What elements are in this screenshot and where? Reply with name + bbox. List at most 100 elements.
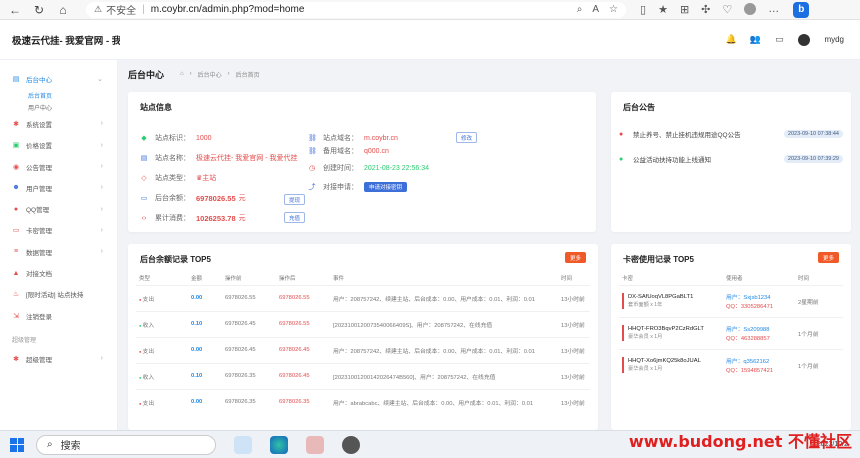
table-row: 支出 0.00 6978026.45 6978026.45 用户：2087572… (136, 336, 590, 363)
profile-avatar[interactable] (744, 3, 757, 15)
split-screen-icon[interactable]: ▯ (640, 3, 646, 16)
chevron-right-icon: › (100, 248, 103, 256)
bing-icon[interactable]: b (793, 1, 810, 18)
station-name-row: ▤ 站点名称： 极速云代挂- 我爱官网 - 我爱代挂 (140, 152, 298, 164)
task-view-icon[interactable] (234, 435, 252, 454)
app-avatar-icon[interactable] (342, 435, 360, 454)
refresh-icon[interactable]: ↻ (30, 1, 48, 19)
field-label: 创建时间： (323, 165, 358, 172)
gear-icon: ✱ (13, 355, 19, 363)
sidebar-item-qq[interactable]: ● QQ管理 › (0, 198, 117, 219)
field-label: 站点标识： (155, 135, 190, 142)
apply-key-button[interactable]: 申请对接密钥 (364, 182, 408, 192)
sidebar-item-label: 对接文档 (26, 271, 52, 279)
sidebar-item-home[interactable]: ▤ 后台中心 ⌄ (0, 68, 117, 89)
edge-icon[interactable] (270, 435, 288, 454)
bell-icon[interactable]: 🔔 (726, 34, 737, 45)
withdraw-button[interactable]: 提现 (284, 194, 306, 205)
home-icon[interactable]: ⌂ (180, 71, 184, 77)
table-row: 支出 0.00 6978026.55 6978026.55 用户：2087572… (136, 284, 590, 311)
qq-icon: ● (13, 205, 19, 213)
card-code-cell: HHQT-Xo6jmKQ25k8oJUAL 豪华会员 x 1月 (619, 348, 723, 381)
after-cell: 6978026.35 (276, 388, 330, 415)
card-qq: QQ：463288857 (726, 336, 770, 342)
sidebar-subitem-dashboard[interactable]: 后台首页 (0, 89, 117, 101)
chevron-right-icon: › (100, 163, 103, 171)
sidebar-subitem-user-center[interactable]: 用户中心 (0, 101, 117, 113)
event-cell: 用户：208757242、续建主站、后台成本：0.00、用户成本：0.01、利润… (330, 336, 558, 363)
announcement-item[interactable]: ● 禁止养号、禁止挂机违规用途QQ公告 2023-09-10 07:38:44 (619, 129, 843, 139)
card-icon[interactable]: ▭ (774, 34, 784, 45)
user-avatar[interactable] (798, 33, 811, 46)
username[interactable]: mydg (824, 35, 844, 44)
warning-icon: ⚠ (94, 4, 103, 14)
field-label: 备用域名： (323, 148, 358, 155)
spend-unit: 元 (238, 215, 246, 222)
favorite-icon[interactable]: ☆ (609, 4, 618, 15)
address-bar[interactable]: ⚠ 不安全 | m.coybr.cn/admin.php?mod=home ⌕ … (86, 1, 626, 18)
home-icon: ▤ (12, 75, 20, 83)
time-cell: 2星期前 (795, 284, 843, 317)
sidebar-item-logout[interactable]: ⇲ 注销登录 (0, 305, 117, 326)
gear-icon: ✱ (13, 120, 19, 128)
browser-toolbar: ← ↻ ⌂ ⚠ 不安全 | m.coybr.cn/admin.php?mod=h… (0, 0, 860, 20)
card-code: HHQT-Xo6jmKQ25k8oJUAL (628, 358, 701, 365)
card-user: 用户：Sxjsb1234 (726, 295, 771, 301)
card-desc: 豪华会员 x 1月 (628, 334, 663, 340)
search-placeholder: 搜索 (60, 441, 81, 452)
extensions-icon[interactable]: ✣ (701, 3, 710, 16)
favorites-icon[interactable]: ★ (658, 3, 668, 16)
station-spend-row: ‹› 累计消费： 1026253.78 元 (140, 212, 246, 224)
performance-icon[interactable]: ♡ (722, 3, 732, 16)
more-button[interactable]: 更多 (564, 252, 586, 263)
chevron-right-icon: › (100, 226, 103, 234)
crumb-separator: › (189, 71, 192, 77)
sidebar-item-cards[interactable]: ▭ 卡密管理 › (0, 220, 117, 241)
sidebar-item-docs[interactable]: ▲ 对接文档 (0, 262, 117, 283)
card-code-cell: HHQT-FRO3BqvP2CzRdGLT 豪华会员 x 1月 (619, 316, 723, 349)
taskbar-search[interactable]: ⌕ 搜索 (36, 434, 216, 455)
sidebar: ▤ 后台中心 ⌄ 后台首页 用户中心 ✱ 系统设置 › ▣ 价格设置 › ◉ 公… (0, 60, 118, 430)
amount-cell: 0.00 (188, 336, 222, 363)
chevron-right-icon: › (100, 184, 103, 192)
sidebar-item-super-admin[interactable]: ✱ 超级管理 › (0, 348, 117, 369)
home-icon[interactable]: ⌂ (54, 1, 72, 19)
chat-icon: ● (619, 130, 624, 138)
app-header: 极速云代挂- 我爱官网 - 我 🔔 👥 ▭ mydg (0, 20, 860, 60)
app-icon[interactable] (306, 435, 324, 454)
chevron-right-icon: › (100, 355, 103, 363)
sidebar-item-label: 用户管理 (26, 185, 52, 193)
edit-domain-button[interactable]: 修改 (456, 132, 478, 143)
site-logo[interactable]: 极速云代挂- 我爱官网 - 我 (0, 33, 120, 47)
card-title: 站点信息 (140, 103, 172, 112)
graduation-icon: ▲ (12, 269, 20, 277)
sidebar-item-settings[interactable]: ✱ 系统设置 › (0, 113, 117, 134)
windows-start-icon[interactable] (10, 437, 24, 452)
before-cell: 6978026.35 (222, 388, 276, 415)
watermark: www.budong.net 不懂社区 (628, 432, 852, 451)
announcement-item[interactable]: ● 公益活动扶持功能上线通知 2023-09-10 07:39:29 (619, 154, 843, 164)
card-desc: 套币面额 x 1年 (628, 302, 663, 308)
sidebar-item-announce[interactable]: ◉ 公告管理 › (0, 156, 117, 177)
card-title: 卡密使用记录 TOP5 (623, 255, 694, 264)
crumb-item[interactable]: 后台中心 (198, 70, 222, 79)
sidebar-item-users[interactable]: ☻ 用户管理 › (0, 177, 117, 198)
collections-icon[interactable]: ⊞ (680, 3, 689, 16)
card-code-cell: DX-SAfUoqVL8PGaBLT1 套币面额 x 1年 (619, 284, 723, 317)
menu-icon[interactable]: … (768, 3, 779, 16)
card-user: 用户：Ss209988 (726, 327, 770, 333)
sidebar-item-label: [限时活动] 站点扶持 (26, 292, 84, 300)
more-button[interactable]: 更多 (817, 252, 839, 263)
users-icon[interactable]: 👥 (750, 34, 761, 45)
recharge-button[interactable]: 充值 (284, 212, 306, 223)
sidebar-item-data[interactable]: ≡ 数据管理 › (0, 241, 117, 262)
card-title: 后台公告 (623, 103, 655, 112)
crumb-separator: › (227, 71, 230, 77)
column-header: 卡密 (622, 275, 634, 282)
read-aloud-icon[interactable]: A (592, 4, 599, 15)
back-icon[interactable]: ← (6, 1, 24, 19)
sidebar-item-support[interactable]: ♨ [限时活动] 站点扶持 (0, 284, 117, 305)
users-icon: ☻ (12, 184, 20, 192)
sidebar-item-price[interactable]: ▣ 价格设置 › (0, 135, 117, 156)
zoom-icon[interactable]: ⌕ (577, 4, 583, 15)
